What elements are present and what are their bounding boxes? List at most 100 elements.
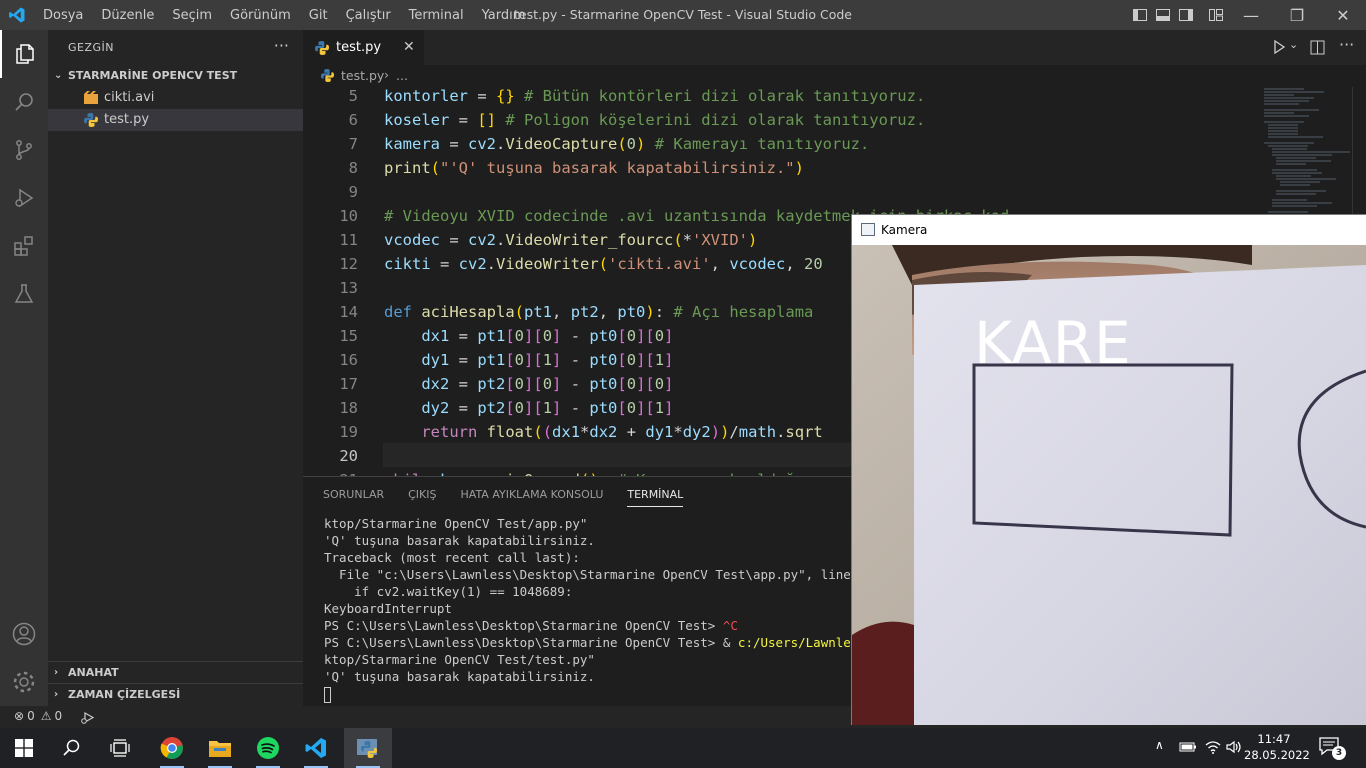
code-line: dx2 = pt2[0][0] - pt0[0][0] <box>421 375 674 393</box>
terminal-ctrl-c: ^C <box>722 618 738 633</box>
file-item-cikti-avi[interactable]: cikti.avi <box>48 87 303 109</box>
volume-icon[interactable] <box>1226 740 1242 754</box>
warning-count: 0 <box>54 709 63 723</box>
terminal-line: ktop/Starmarine OpenCV Test/app.py" <box>324 516 588 531</box>
python-window-icon <box>357 739 377 758</box>
terminal-line: KeyboardInterrupt <box>324 601 452 616</box>
outline-section[interactable]: › ANAHAT <box>48 661 303 683</box>
search-button[interactable] <box>48 728 96 768</box>
wifi-icon[interactable] <box>1205 740 1221 754</box>
menu-go[interactable]: Git <box>300 8 337 23</box>
project-folder-name: STARMARİNE OPENCV TEST <box>68 69 238 82</box>
section-label: ANAHAT <box>68 666 119 679</box>
manage-button[interactable] <box>0 658 48 706</box>
source-control-button[interactable] <box>0 126 48 174</box>
terminal-line: ktop/Starmarine OpenCV Test/test.py" <box>324 652 595 667</box>
windows-logo-icon <box>15 739 33 757</box>
camera-window-titlebar[interactable]: Kamera <box>852 215 1366 245</box>
line-number: 14 <box>339 303 358 321</box>
breadcrumb-file[interactable]: test.py <box>341 68 384 83</box>
terminal-output[interactable]: ktop/Starmarine OpenCV Test/app.py" 'Q' t… <box>324 515 896 703</box>
search-button[interactable] <box>0 78 48 126</box>
extensions-button[interactable] <box>0 222 48 270</box>
clock-date: 28.05.2022 <box>1244 748 1310 762</box>
terminal-prompt: PS C:\Users\Lawnless\Desktop\Starmarine … <box>324 618 723 633</box>
menu-run[interactable]: Çalıştır <box>337 8 400 23</box>
file-explorer-taskbar-button[interactable] <box>196 728 244 768</box>
run-icon[interactable] <box>1272 40 1286 54</box>
task-view-button[interactable] <box>96 728 144 768</box>
editor-tab-bar: test.py ✕ ⌄ ··· <box>303 30 1366 65</box>
problems-indicator[interactable]: ⊗ 0 ⚠ 0 <box>14 709 62 723</box>
notification-center-button[interactable]: 3 <box>1318 736 1348 760</box>
close-button[interactable]: ✕ <box>1320 0 1366 30</box>
tab-output[interactable]: ÇIKIŞ <box>408 488 436 507</box>
camera-frame-image: KARE <box>852 245 1366 725</box>
chrome-taskbar-button[interactable] <box>148 728 196 768</box>
code-line: dy1 = pt1[0][1] - pt0[0][1] <box>421 351 674 369</box>
project-folder-header[interactable]: ⌄ STARMARİNE OPENCV TEST <box>48 65 303 87</box>
source-control-icon <box>16 140 32 160</box>
debug-run-icon[interactable] <box>80 710 95 725</box>
line-number: 12 <box>339 255 358 273</box>
chevron-right-icon: › <box>54 667 59 678</box>
minimap-preview <box>1264 88 1352 225</box>
start-button[interactable] <box>0 728 48 768</box>
python-file-icon <box>321 69 334 82</box>
vscode-icon <box>305 738 326 758</box>
sidebar-title: GEZGİN <box>68 41 115 54</box>
code-line: cikti = cv2.VideoWriter('cikti.avi', vco… <box>384 255 823 273</box>
breadcrumb-symbol[interactable]: ... <box>396 68 408 83</box>
search-icon <box>15 93 33 111</box>
toggle-sidebar-icon[interactable] <box>1132 7 1148 23</box>
account-icon <box>12 622 36 646</box>
detected-shape-label: KARE <box>974 309 1132 377</box>
tab-terminal[interactable]: TERMİNAL <box>627 488 684 507</box>
menu-terminal[interactable]: Terminal <box>400 8 473 23</box>
camera-window[interactable]: Kamera KARE <box>851 214 1366 725</box>
explorer-button[interactable] <box>0 30 48 78</box>
minimize-button[interactable]: — <box>1228 0 1274 30</box>
chevron-up-icon[interactable]: ∧ <box>1155 738 1164 752</box>
close-tab-icon[interactable]: ✕ <box>403 39 415 55</box>
terminal-line: 'Q' tuşuna basarak kapatabilirsiniz. <box>324 533 595 548</box>
line-number: 13 <box>339 279 358 297</box>
terminal-prompt: PS C:\Users\Lawnless\Desktop\Starmarine … <box>324 635 738 650</box>
more-actions-icon[interactable]: ··· <box>1339 35 1354 54</box>
line-number: 6 <box>348 111 358 129</box>
menu-file[interactable]: Dosya <box>34 8 92 23</box>
video-file-icon <box>84 91 98 104</box>
timeline-section[interactable]: › ZAMAN ÇİZELGESİ <box>48 683 303 705</box>
file-name: test.py <box>104 112 150 127</box>
chevron-right-icon: › <box>384 67 389 82</box>
battery-icon[interactable] <box>1179 741 1197 753</box>
customize-layout-icon[interactable] <box>1208 7 1224 23</box>
accounts-button[interactable] <box>0 610 48 658</box>
more-actions-button[interactable]: ··· <box>274 36 289 55</box>
vscode-taskbar-button[interactable] <box>292 728 340 768</box>
line-number: 11 <box>339 231 358 249</box>
tab-debug-console[interactable]: HATA AYIKLAMA KONSOLU <box>461 488 604 507</box>
tab-test-py[interactable]: test.py ✕ <box>303 30 424 65</box>
menu-view[interactable]: Görünüm <box>221 8 300 23</box>
split-editor-icon[interactable] <box>1310 40 1325 55</box>
python-file-icon <box>315 41 329 55</box>
chevron-down-icon[interactable]: ⌄ <box>1289 38 1298 51</box>
toggle-panel-icon[interactable] <box>1155 7 1171 23</box>
terminal-line: Traceback (most recent call last): <box>324 550 580 565</box>
panel-tabs: SORUNLAR ÇIKIŞ HATA AYIKLAMA KONSOLU TER… <box>323 488 707 507</box>
restore-button[interactable]: ❐ <box>1274 0 1320 30</box>
run-debug-icon <box>15 188 34 208</box>
file-item-test-py[interactable]: test.py <box>48 109 303 131</box>
menu-edit[interactable]: Düzenle <box>92 8 163 23</box>
python-taskbar-button[interactable] <box>344 728 392 768</box>
tab-problems[interactable]: SORUNLAR <box>323 488 384 507</box>
line-number: 16 <box>339 351 358 369</box>
menu-help[interactable]: Yardım <box>473 8 535 23</box>
run-debug-button[interactable] <box>0 174 48 222</box>
toggle-secondary-sidebar-icon[interactable] <box>1178 7 1194 23</box>
testing-button[interactable] <box>0 270 48 318</box>
spotify-taskbar-button[interactable] <box>244 728 292 768</box>
system-clock[interactable]: 11:47 28.05.2022 <box>1244 731 1310 763</box>
menu-selection[interactable]: Seçim <box>163 8 221 23</box>
